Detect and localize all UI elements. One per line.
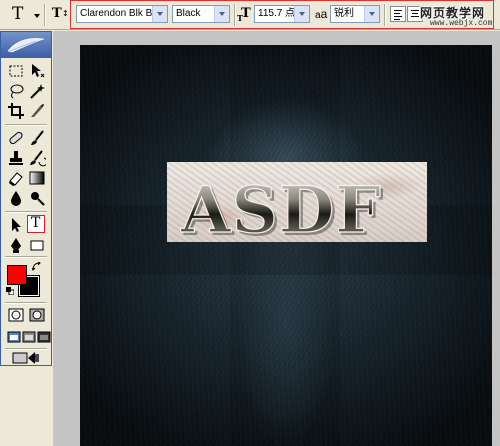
type-tool[interactable]: T (27, 215, 45, 233)
screen-mode-icon (37, 331, 51, 343)
drop-icon (11, 191, 21, 206)
slice-tool[interactable] (28, 102, 46, 120)
jump-to-imageready-button[interactable] (11, 348, 41, 366)
document-workspace: ASDF ASDF (53, 31, 500, 446)
stamp-icon (9, 151, 23, 165)
rectangle-icon (30, 240, 44, 251)
blur-tool[interactable] (7, 189, 25, 207)
path-selection-tool[interactable] (7, 216, 25, 234)
history-brush-tool[interactable] (28, 149, 46, 167)
quick-mask-button[interactable] (28, 306, 46, 324)
antialias-value: 锐利 (334, 8, 354, 19)
chevron-down-icon[interactable] (364, 6, 379, 22)
foreground-color-swatch[interactable] (7, 265, 27, 285)
asdf-text-graphic: ASDF ASDF (179, 172, 383, 240)
text-plate: ASDF ASDF (167, 162, 427, 242)
chevron-down-icon[interactable] (214, 6, 229, 22)
screen-mode-full[interactable] (35, 328, 51, 346)
watermark-logo: 网页教学网 www.webjx.com (418, 4, 500, 30)
slice-icon (31, 104, 44, 117)
lasso-tool[interactable] (7, 82, 25, 100)
imageready-icon (12, 352, 39, 364)
marquee-icon (9, 65, 23, 77)
lasso-icon (10, 84, 24, 99)
brush-tool[interactable] (28, 129, 46, 147)
eraser-icon (9, 172, 23, 186)
standard-mode-button[interactable] (7, 306, 25, 324)
arrow-icon (12, 218, 21, 232)
tool-preset-picker[interactable]: T (8, 4, 44, 25)
font-size-select[interactable]: 115.7 点 (254, 5, 310, 23)
eraser-tool[interactable] (7, 169, 25, 187)
chevron-down-icon[interactable] (294, 6, 309, 22)
type-tool-icon: T (31, 215, 41, 231)
separator (384, 4, 386, 26)
chevron-down-icon (34, 14, 40, 18)
antialias-icon: aa (315, 7, 328, 21)
magic-wand-icon (30, 84, 45, 99)
text-orientation-button[interactable]: T ↕ (50, 5, 70, 25)
chevron-down-icon[interactable] (152, 6, 167, 22)
quick-mask-icon (29, 308, 45, 322)
font-size-icon: TT (237, 6, 251, 23)
document-canvas[interactable]: ASDF ASDF (80, 45, 492, 446)
font-style-value: Black (176, 8, 201, 19)
move-tool[interactable] (28, 62, 46, 80)
dodge-icon (31, 192, 45, 206)
font-style-select[interactable]: Black (172, 5, 230, 23)
antialias-select[interactable]: 锐利 (330, 5, 380, 23)
watermark-url: www.webjx.com (430, 19, 493, 28)
rectangle-tool[interactable] (28, 236, 46, 254)
history-brush-icon (30, 150, 46, 167)
feather-icon (7, 38, 45, 53)
options-bar: T T ↕ Clarendon Blk BT Black TT 115.7 点 … (0, 0, 500, 30)
pen-tool[interactable] (7, 236, 25, 254)
swap-colors-icon[interactable] (32, 262, 41, 271)
screen-mode-full-menu[interactable] (20, 328, 36, 346)
pen-icon (11, 238, 21, 253)
screen-mode-standard[interactable] (5, 328, 21, 346)
separator (44, 4, 46, 26)
bandage-icon (9, 131, 23, 145)
standard-mode-icon (8, 308, 24, 322)
healing-brush-tool[interactable] (7, 129, 25, 147)
text-layer[interactable]: ASDF ASDF (177, 170, 422, 240)
crop-tool[interactable] (7, 102, 25, 120)
move-icon (32, 64, 45, 78)
magic-wand-tool[interactable] (28, 82, 46, 100)
clone-stamp-tool[interactable] (7, 149, 25, 167)
font-family-value: Clarendon Blk BT (80, 8, 159, 19)
align-left-button[interactable] (390, 6, 406, 22)
font-family-select[interactable]: Clarendon Blk BT (76, 5, 168, 23)
gradient-tool[interactable] (28, 169, 46, 187)
font-size-value: 115.7 点 (258, 8, 296, 19)
brush-icon (31, 130, 44, 145)
tools-panel-header[interactable] (1, 32, 51, 58)
type-tool-icon: T (12, 4, 24, 24)
default-colors-icon[interactable] (6, 287, 14, 295)
text-orientation-icon: T (52, 6, 62, 21)
dodge-tool[interactable] (28, 189, 46, 207)
crop-icon (8, 103, 24, 119)
tools-panel: T (0, 31, 52, 366)
rectangular-marquee-tool[interactable] (7, 62, 25, 80)
text-chrome: ASDF (180, 173, 382, 240)
separator (234, 4, 236, 26)
gradient-icon (29, 171, 45, 185)
